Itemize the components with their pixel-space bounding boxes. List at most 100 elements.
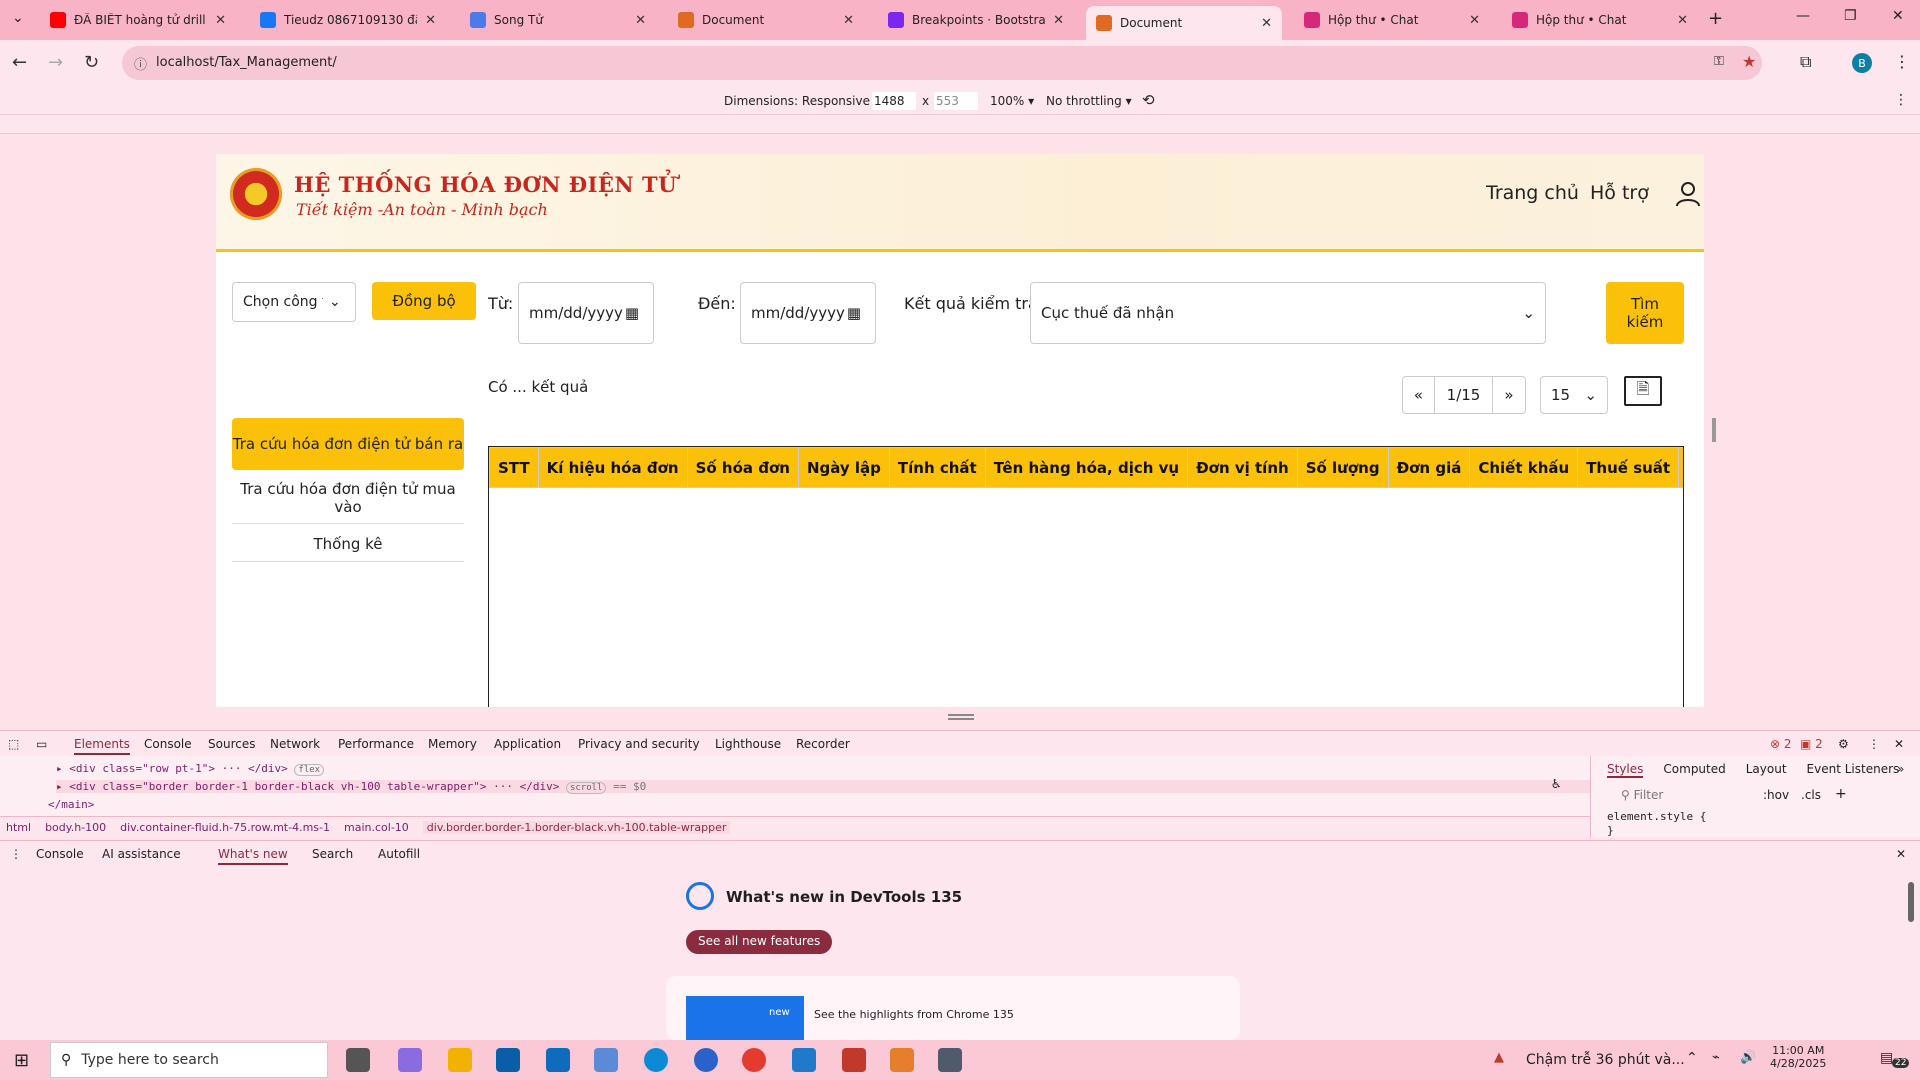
browser-menu-icon[interactable]: ⋮ <box>1894 52 1910 71</box>
tab-close-icon[interactable]: ✕ <box>215 13 226 28</box>
flex-badge[interactable]: flex <box>294 764 325 776</box>
search-button[interactable]: Tìm kiếm <box>1606 282 1684 344</box>
device-toggle-icon[interactable]: ▭ <box>36 737 47 751</box>
file-explorer-icon[interactable] <box>448 1048 472 1072</box>
site-info-icon[interactable]: ⓘ <box>134 54 147 73</box>
weather-icon[interactable]: ▲ <box>1494 1050 1504 1065</box>
width-input[interactable]: 1488 <box>872 92 916 110</box>
vscode-icon[interactable] <box>792 1048 816 1072</box>
windows-start-icon[interactable]: ⊞ <box>14 1050 29 1071</box>
export-file-icon[interactable]: 🗎 <box>1624 376 1662 406</box>
zalo-icon[interactable] <box>694 1048 718 1072</box>
rotate-icon[interactable]: ⟲ <box>1142 91 1155 109</box>
devtools-tab[interactable]: Sources <box>208 737 255 751</box>
mcafee-icon[interactable] <box>842 1048 866 1072</box>
drawer-menu-icon[interactable]: ⋮ <box>10 847 22 861</box>
devtools-tab[interactable]: Application <box>494 737 561 751</box>
styles-filter-input[interactable]: ⚲ Filter <box>1621 788 1663 802</box>
devtools-tab[interactable]: Network <box>270 737 320 751</box>
dom-line[interactable]: </main> <box>48 798 94 811</box>
xampp-icon[interactable] <box>890 1048 914 1072</box>
height-input[interactable]: 553 <box>934 92 978 110</box>
new-tab-button[interactable]: + <box>1708 8 1723 29</box>
profile-avatar[interactable]: B <box>1852 53 1872 73</box>
styles-subtab[interactable]: Layout <box>1746 762 1787 778</box>
drawer-tab[interactable]: Console <box>36 847 84 861</box>
restore-icon[interactable]: ❐ <box>1844 8 1857 24</box>
notification-text[interactable]: Chậm trễ 36 phút và... <box>1526 1052 1685 1068</box>
devtools-tab[interactable]: Console <box>144 737 192 751</box>
throttling-select[interactable]: No throttling ▾ <box>1046 94 1132 108</box>
styles-subtab[interactable]: Event Listeners <box>1807 762 1900 778</box>
nav-home-link[interactable]: Trang chủ <box>1486 182 1579 204</box>
reload-icon[interactable]: ↻ <box>84 52 99 73</box>
address-bar[interactable]: ⓘ localhost/Tax_Management/ ⚿ ★ <box>122 46 1762 80</box>
browser-tab[interactable]: Breakpoints · Bootstrap v ✕ <box>878 6 1074 34</box>
devtools-menu-icon[interactable]: ⋮ <box>1868 737 1880 751</box>
bookmark-star-icon[interactable]: ★ <box>1742 52 1756 71</box>
sidebar-item-sales-lookup[interactable]: Tra cứu hóa đơn điện tử bán ra <box>232 418 464 470</box>
inspect-icon[interactable]: ⬚ <box>8 737 19 751</box>
sync-button[interactable]: Đồng bộ <box>372 282 476 320</box>
browser-tab[interactable]: Document ✕ <box>668 6 864 34</box>
from-date-input[interactable]: mm/dd/yyyy ▦ <box>518 282 654 344</box>
extensions-icon[interactable]: ⧉ <box>1800 52 1811 72</box>
to-date-input[interactable]: mm/dd/yyyy ▦ <box>740 282 876 344</box>
styles-subtab[interactable]: Styles <box>1607 762 1644 778</box>
user-icon[interactable] <box>1674 180 1702 208</box>
minimize-icon[interactable]: — <box>1796 8 1810 24</box>
company-select[interactable]: Chọn công ty ⌄ <box>232 282 356 322</box>
clock[interactable]: 11:00 AM 4/28/2025 <box>1770 1044 1826 1070</box>
devtools-tab[interactable]: Elements <box>74 737 130 755</box>
drawer-tab[interactable]: Autofill <box>378 847 420 861</box>
sidebar-item-purchase-lookup[interactable]: Tra cứu hóa đơn điện tử mua vào <box>232 472 464 524</box>
browser-tab[interactable]: Tieudz 0867109130 đã nh ✕ <box>250 6 446 34</box>
sidebar-item-statistics[interactable]: Thống kê <box>232 526 464 562</box>
more-tabs-icon[interactable]: » <box>1897 762 1904 776</box>
outlook-icon[interactable] <box>546 1048 570 1072</box>
close-window-icon[interactable]: ✕ <box>1892 8 1904 24</box>
page-size-select[interactable]: 15 ⌄ <box>1540 376 1608 414</box>
result-select[interactable]: Cục thuế đã nhận ⌄ <box>1030 282 1546 344</box>
tab-search-icon[interactable]: ⌄ <box>12 10 24 26</box>
warning-count[interactable]: ▣ 2 <box>1800 737 1823 751</box>
breadcrumb-item[interactable]: body.h-100 <box>45 821 106 834</box>
devtools-tab[interactable]: Privacy and security <box>578 737 700 751</box>
cls-toggle[interactable]: .cls <box>1801 788 1821 802</box>
devtools-tab[interactable]: Recorder <box>796 737 850 751</box>
breadcrumb-item[interactable]: main.col-10 <box>344 821 409 834</box>
resize-handle-bottom[interactable] <box>948 714 974 720</box>
accessibility-icon[interactable]: ♿ <box>1552 776 1560 792</box>
settings-gear-icon[interactable]: ⚙ <box>1838 737 1849 751</box>
store-icon[interactable] <box>496 1048 520 1072</box>
tab-close-icon[interactable]: ✕ <box>1053 13 1064 28</box>
browser-tab[interactable]: ĐÃ BIẾT hoàng tử drill LÀ ✕ <box>40 6 236 34</box>
dom-line[interactable]: ▸ <div class="row pt-1"> ··· </div> flex <box>56 762 325 776</box>
scroll-badge[interactable]: scroll <box>565 782 607 794</box>
tab-close-icon[interactable]: ✕ <box>1677 13 1688 28</box>
add-rule-icon[interactable]: + <box>1835 786 1847 802</box>
edge-icon[interactable] <box>644 1048 668 1072</box>
drawer-tab[interactable]: AI assistance <box>102 847 181 861</box>
copilot-icon[interactable] <box>398 1048 422 1072</box>
see-all-features-button[interactable]: See all new features <box>686 930 833 954</box>
forward-icon[interactable]: → <box>48 52 63 73</box>
tab-close-icon[interactable]: ✕ <box>843 13 854 28</box>
browser-tab[interactable]: Document ✕ <box>1086 6 1282 40</box>
prev-page-button[interactable]: « <box>1403 377 1435 413</box>
key-icon[interactable]: ⚿ <box>1714 54 1724 69</box>
next-page-button[interactable]: » <box>1493 377 1525 413</box>
tab-close-icon[interactable]: ✕ <box>1261 16 1272 31</box>
device-menu-icon[interactable]: ⋮ <box>1894 92 1908 108</box>
breadcrumb-item[interactable]: div.border.border-1.border-black.vh-100.… <box>422 821 731 834</box>
tab-close-icon[interactable]: ✕ <box>425 13 436 28</box>
breadcrumb-item[interactable]: html <box>6 821 31 834</box>
devtools-tab[interactable]: Performance <box>338 737 414 751</box>
app-icon[interactable] <box>594 1048 618 1072</box>
nav-help-link[interactable]: Hỗ trợ <box>1590 182 1649 204</box>
dom-line-selected[interactable]: ▸ <div class="border border-1 border-bla… <box>56 780 1590 794</box>
styles-subtab[interactable]: Computed <box>1663 762 1725 778</box>
browser-tab[interactable]: Hộp thư • Chat ✕ <box>1294 6 1490 34</box>
task-view-icon[interactable] <box>346 1048 370 1072</box>
devtools-close-icon[interactable]: ✕ <box>1894 737 1904 751</box>
